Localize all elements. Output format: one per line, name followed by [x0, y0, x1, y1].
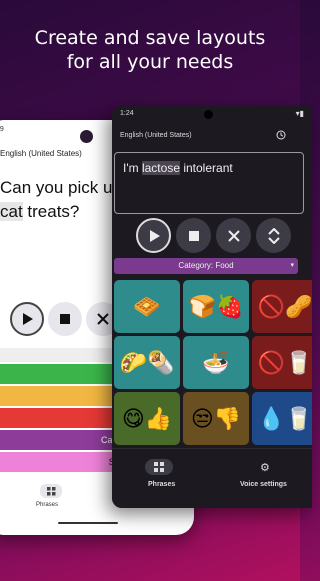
tab-voice-settings-label[interactable]: Voice settings: [240, 481, 287, 488]
close-icon: [97, 313, 109, 325]
headline-line-2: for all your needs: [66, 51, 234, 73]
play-button[interactable]: [10, 302, 44, 336]
play-button[interactable]: [136, 218, 171, 253]
headline-line-1: Create and save layouts: [34, 27, 266, 49]
text-part-2: intolerant: [180, 161, 233, 175]
bottom-nav: Phrases ⚙ Voice settings: [112, 448, 312, 508]
text-part-1: I'm: [123, 161, 142, 175]
phrase-grid: 🧇 🍞🍓 🚫🥜 🌮🌯 🍜 🚫🥛 😋👍 😒👎 💧🥛: [114, 280, 312, 445]
no-milk-tile[interactable]: 🚫🥛: [252, 336, 312, 389]
expand-icon: [267, 227, 280, 244]
text-highlight: lactose: [141, 161, 180, 175]
playback-controls: [136, 218, 291, 253]
waffle-tile[interactable]: 🧇: [114, 280, 180, 333]
stop-button[interactable]: [48, 302, 82, 336]
tab-phrases-label: Phrases: [148, 481, 176, 488]
playback-controls: [10, 302, 120, 336]
camera-cutout: [204, 110, 213, 119]
noodles-tile[interactable]: 🍜: [183, 336, 249, 389]
history-icon[interactable]: [276, 130, 286, 143]
taco-burrito-tile[interactable]: 🌮🌯: [114, 336, 180, 389]
stop-icon: [188, 230, 199, 241]
tab-phrases[interactable]: [40, 484, 62, 498]
text-part-2: treats?: [22, 202, 80, 221]
play-icon: [23, 313, 33, 325]
language-selector[interactable]: English (United States): [0, 149, 82, 158]
language-selector[interactable]: English (United States): [120, 132, 192, 139]
status-time: 09: [0, 126, 4, 133]
tab-phrases[interactable]: [145, 459, 173, 475]
category-selector[interactable]: Category: Food ▾: [114, 258, 298, 274]
bread-strawberry-tile[interactable]: 🍞🍓: [183, 280, 249, 333]
gesture-bar: [58, 522, 118, 524]
close-icon: [227, 229, 240, 242]
grid-icon: [46, 486, 55, 495]
no-peanut-tile[interactable]: 🚫🥜: [252, 280, 312, 333]
category-prefix: Category:: [178, 261, 216, 270]
speech-text-input[interactable]: I'm lactose intolerant: [114, 152, 304, 214]
yummy-thumbs-up-tile[interactable]: 😋👍: [114, 392, 180, 445]
unhappy-thumbs-down-tile[interactable]: 😒👎: [183, 392, 249, 445]
play-icon: [149, 229, 160, 242]
category-value: Food: [215, 261, 234, 270]
camera-cutout: [80, 130, 93, 143]
grid-icon: [154, 462, 164, 472]
text-part-1: Can you pick up: [0, 178, 122, 197]
tab-phrases-label: Phrases: [36, 502, 59, 508]
headline: Create and save layouts for all your nee…: [0, 26, 300, 74]
gear-icon[interactable]: ⚙: [260, 461, 270, 474]
text-highlight: cat: [0, 202, 23, 221]
status-time: 1:24: [120, 110, 134, 117]
signal-icon: ▾▮: [295, 109, 304, 118]
stop-button[interactable]: [176, 218, 211, 253]
chevron-down-icon: ▾: [290, 262, 294, 269]
front-phone: 1:24 ▾▮ English (United States) I'm lact…: [112, 106, 312, 508]
water-tile[interactable]: 💧🥛: [252, 392, 312, 445]
expand-button[interactable]: [256, 218, 291, 253]
clear-button[interactable]: [216, 218, 251, 253]
speech-text: I'm lactose intolerant: [123, 161, 233, 175]
stop-icon: [60, 314, 70, 324]
